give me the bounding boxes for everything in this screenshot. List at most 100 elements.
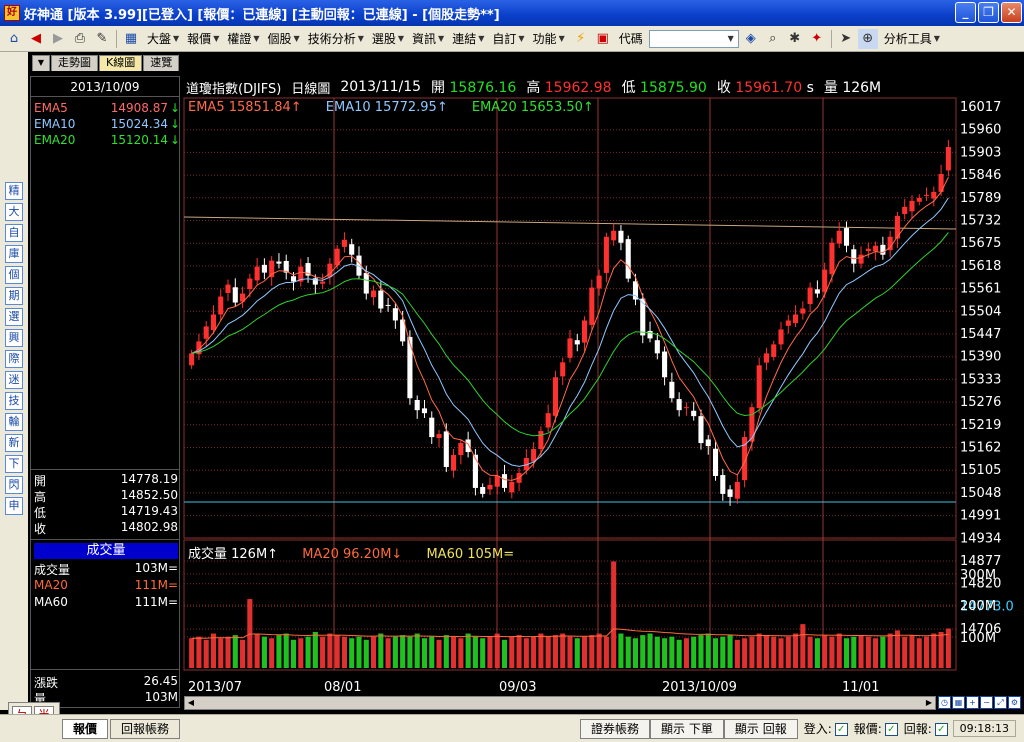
chart-period: 日線圖 bbox=[291, 81, 331, 97]
menu-9[interactable]: 功能 ▼ bbox=[529, 30, 569, 47]
price-tick-label: 15219 bbox=[960, 418, 1001, 433]
zoom-icon[interactable]: ⊕ bbox=[857, 28, 878, 49]
alert-icon[interactable]: ✦ bbox=[807, 29, 827, 49]
clock-icon[interactable]: ◷ bbox=[938, 696, 951, 709]
tools-icon[interactable]: ✱ bbox=[785, 29, 805, 49]
candle-body bbox=[793, 314, 799, 324]
lightning-icon[interactable]: ⚡ bbox=[571, 29, 591, 49]
side-button-4[interactable]: 個 bbox=[5, 266, 23, 284]
volume-bar bbox=[720, 636, 726, 668]
calendar-icon[interactable]: ▣ bbox=[593, 29, 613, 49]
volume-bar bbox=[785, 636, 791, 668]
candle-body bbox=[836, 230, 842, 244]
menu-7[interactable]: 連結 ▼ bbox=[448, 30, 488, 47]
ohlc-row-3: 收 14802.98 bbox=[34, 520, 178, 536]
menu-1[interactable]: 報價 ▼ bbox=[183, 30, 223, 47]
side-button-7[interactable]: 興 bbox=[5, 329, 23, 347]
restore-button[interactable]: ❐ bbox=[978, 2, 999, 23]
show-report-button[interactable]: 顯示 回報 bbox=[723, 718, 798, 739]
close-button[interactable]: ✕ bbox=[1001, 2, 1022, 23]
back-icon[interactable]: ◀ bbox=[26, 29, 46, 49]
login-check-icon[interactable]: ✓ bbox=[834, 723, 848, 736]
securities-account-button[interactable]: 證券帳務 bbox=[580, 718, 651, 739]
print-icon[interactable]: ⎙ bbox=[70, 29, 90, 49]
cursor-icon[interactable]: ➤ bbox=[836, 29, 856, 49]
menu-2[interactable]: 權證 ▼ bbox=[223, 30, 263, 47]
candle-body bbox=[683, 407, 689, 409]
scroll-right-icon[interactable]: ▶ bbox=[923, 697, 935, 709]
candle-body bbox=[509, 481, 515, 493]
volume-bar bbox=[909, 635, 915, 668]
side-button-11[interactable]: 輪 bbox=[5, 413, 23, 431]
x-axis-label: 08/01 bbox=[324, 680, 361, 695]
tab-dropdown-icon[interactable]: ▼ bbox=[32, 55, 50, 71]
side-button-14[interactable]: 閃 bbox=[5, 476, 23, 494]
menu-6[interactable]: 資訊 ▼ bbox=[408, 30, 448, 47]
menu-3[interactable]: 個股 ▼ bbox=[264, 30, 304, 47]
side-button-15[interactable]: 申 bbox=[5, 497, 23, 515]
side-button-0[interactable]: 精 bbox=[5, 182, 23, 200]
side-button-8[interactable]: 際 bbox=[5, 350, 23, 368]
tab-intraday[interactable]: 走勢圖 bbox=[51, 55, 98, 71]
candle-body bbox=[676, 399, 682, 411]
settings-icon[interactable]: ⚙ bbox=[1008, 696, 1021, 709]
price-tick-label: 15561 bbox=[960, 282, 1001, 297]
quote-check-icon[interactable]: ✓ bbox=[884, 723, 898, 736]
candle-body bbox=[407, 336, 413, 399]
candle-body bbox=[465, 439, 471, 453]
zoom-in-icon[interactable]: + bbox=[966, 696, 979, 709]
candle-body bbox=[669, 381, 675, 399]
candle-body bbox=[618, 230, 624, 243]
price-tick-label: 16017 bbox=[960, 100, 1001, 115]
side-button-5[interactable]: 期 bbox=[5, 287, 23, 305]
volume-bar bbox=[625, 636, 631, 668]
divider bbox=[31, 539, 179, 540]
tab-report-account[interactable]: 回報帳務 bbox=[110, 718, 181, 739]
arrow-down-icon: ↓ bbox=[169, 117, 180, 131]
show-order-button[interactable]: 顯示 下單 bbox=[650, 718, 724, 739]
minimize-button[interactable]: _ bbox=[955, 2, 976, 23]
volume-bar bbox=[691, 636, 697, 668]
tab-kline[interactable]: K線圖 bbox=[99, 55, 143, 71]
candle-body bbox=[400, 319, 406, 342]
volume-bar bbox=[800, 624, 806, 668]
side-button-9[interactable]: 迷 bbox=[5, 371, 23, 389]
grid-toggle-icon[interactable]: ▦ bbox=[952, 696, 965, 709]
price-tick-label: 15276 bbox=[960, 395, 1001, 410]
candle-body bbox=[945, 147, 951, 171]
code-input[interactable]: ▼ bbox=[648, 29, 739, 48]
scroll-left-icon[interactable]: ◀ bbox=[185, 697, 197, 709]
report-check-icon[interactable]: ✓ bbox=[934, 723, 948, 736]
expand-icon[interactable]: ⤢ bbox=[994, 696, 1007, 709]
candle-body bbox=[611, 230, 617, 241]
side-button-13[interactable]: 下 bbox=[5, 455, 23, 473]
side-button-3[interactable]: 庫 bbox=[5, 245, 23, 263]
search-icon[interactable]: ⌕ bbox=[763, 29, 783, 49]
chevron-down-icon[interactable]: ▼ bbox=[724, 31, 738, 47]
menu-4[interactable]: 技術分析 ▼ bbox=[304, 30, 368, 47]
menu-8[interactable]: 自訂 ▼ bbox=[488, 30, 528, 47]
ema10-line bbox=[191, 197, 949, 467]
volume-bar bbox=[596, 633, 602, 668]
analysis-tools-menu[interactable]: 分析工具 ▼ bbox=[880, 30, 944, 47]
forward-icon[interactable]: ▶ bbox=[48, 29, 68, 49]
tab-quickview[interactable]: 速覽 bbox=[143, 55, 180, 71]
edit-icon[interactable]: ✎ bbox=[92, 29, 112, 49]
home-icon[interactable]: ⌂ bbox=[4, 29, 24, 49]
menu-0[interactable]: 大盤 ▼ bbox=[143, 30, 183, 47]
ema20-line bbox=[191, 232, 949, 437]
toolbar-separator bbox=[830, 29, 832, 48]
side-button-12[interactable]: 新 bbox=[5, 434, 23, 452]
side-button-6[interactable]: 選 bbox=[5, 308, 23, 326]
stock-icon[interactable]: ◈ bbox=[741, 29, 761, 49]
tab-quote[interactable]: 報價 bbox=[62, 718, 109, 739]
side-button-10[interactable]: 技 bbox=[5, 392, 23, 410]
zoom-out-icon[interactable]: − bbox=[980, 696, 993, 709]
menu-5[interactable]: 選股 ▼ bbox=[368, 30, 408, 47]
side-button-1[interactable]: 大 bbox=[5, 203, 23, 221]
price-tick-label: 15846 bbox=[960, 168, 1001, 183]
chart-header: 道瓊指數(DJIFS) 日線圖 2013/11/15 開 15876.16 高 … bbox=[186, 79, 882, 97]
grid-icon[interactable]: ▦ bbox=[121, 29, 141, 49]
chart-scrollbar[interactable]: ◀ ▶ bbox=[184, 696, 936, 710]
side-button-2[interactable]: 自 bbox=[5, 224, 23, 242]
